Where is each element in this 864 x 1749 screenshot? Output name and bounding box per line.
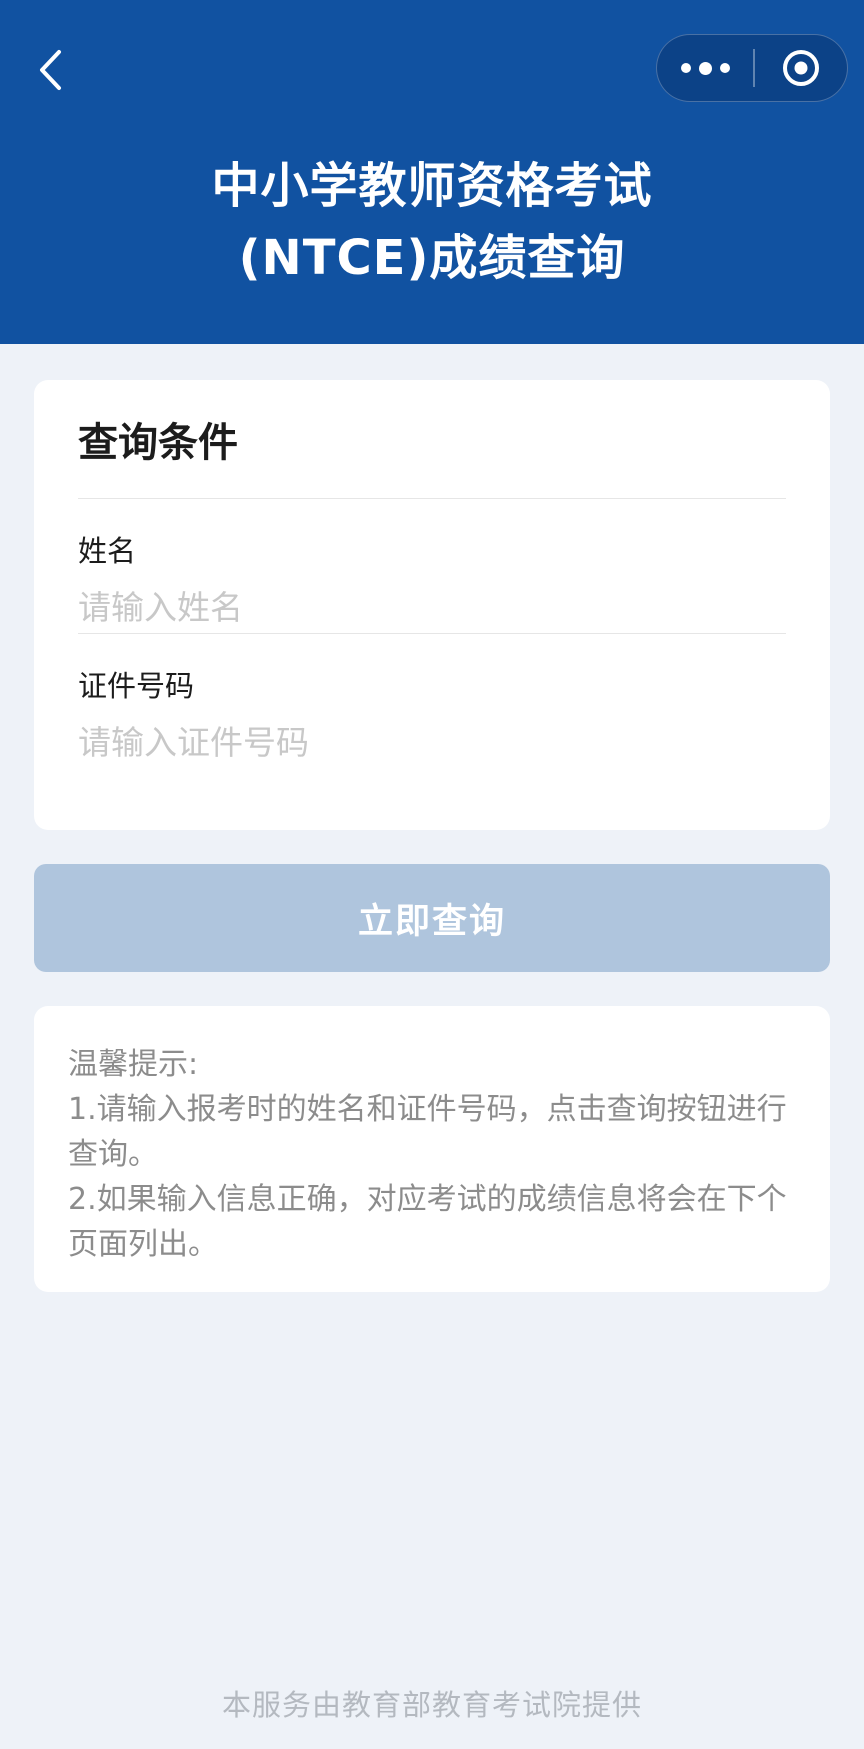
name-input[interactable] [78, 585, 786, 631]
query-form-card: 查询条件 姓名 证件号码 [34, 380, 830, 830]
id-number-input[interactable] [78, 720, 786, 766]
page-title-line1: 中小学教师资格考试 [211, 158, 653, 214]
more-dots-icon [677, 61, 734, 75]
target-circle-icon [782, 50, 819, 86]
name-field: 姓名 [78, 499, 786, 633]
close-mini-program-button[interactable] [755, 35, 848, 101]
id-number-label: 证件号码 [78, 669, 195, 703]
tips-card: 温馨提示: 1.请输入报考时的姓名和证件号码，点击查询按钮进行查询。 2.如果输… [34, 1006, 830, 1292]
more-button[interactable] [657, 35, 753, 101]
section-title: 查询条件 [78, 380, 786, 499]
back-button[interactable] [30, 44, 70, 96]
page-title-line2: (NTCE)成绩查询 [238, 230, 626, 286]
mini-program-capsule [656, 34, 848, 102]
name-label: 姓名 [78, 534, 137, 568]
chevron-left-icon [40, 50, 61, 90]
footer-provider-text: 本服务由教育部教育考试院提供 [221, 1688, 642, 1722]
page-title: 中小学教师资格考试 (NTCE)成绩查询 [0, 150, 864, 294]
page-header: 中小学教师资格考试 (NTCE)成绩查询 [0, 0, 864, 344]
tips-line-2: 2.如果输入信息正确，对应考试的成绩信息将会在下个页面列出。 [68, 1182, 787, 1262]
tips-line-1: 1.请输入报考时的姓名和证件号码，点击查询按钮进行查询。 [68, 1092, 787, 1172]
id-number-field: 证件号码 [78, 633, 786, 767]
tips-title: 温馨提示: [68, 1047, 199, 1082]
query-now-button[interactable]: 立即查询 [34, 864, 830, 972]
